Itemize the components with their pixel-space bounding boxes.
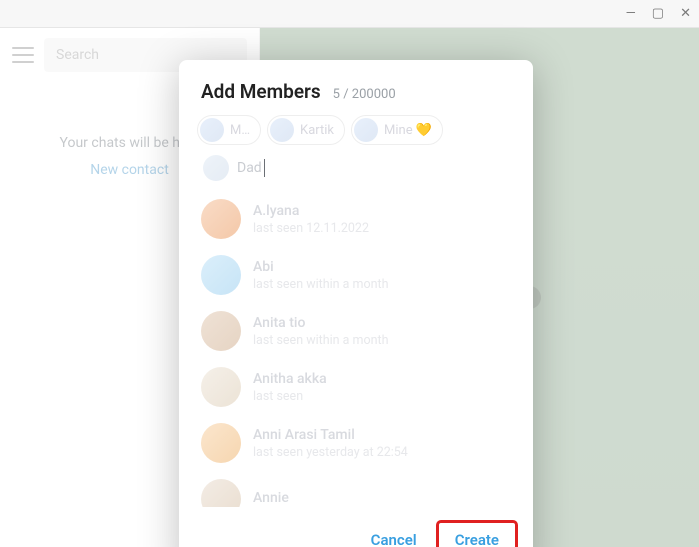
contact-status: last seen within a month	[253, 277, 389, 292]
contact-name: A.lyana	[253, 203, 369, 219]
create-button[interactable]: Create	[439, 523, 515, 547]
contact-name: Anitha akka	[253, 371, 327, 387]
contact-row[interactable]: Annie	[197, 471, 515, 507]
modal-title: Add Members	[201, 80, 321, 103]
contacts-list: A.lyana last seen 12.11.2022 Abi last se…	[179, 187, 525, 507]
contact-row[interactable]: A.lyana last seen 12.11.2022	[197, 191, 515, 247]
contact-row[interactable]: Anitha akka last seen	[197, 359, 515, 415]
contact-status: last seen	[253, 389, 327, 404]
window-minimize-icon[interactable]: —	[626, 7, 636, 20]
chip-label: Mine 💛	[384, 123, 432, 138]
contact-status: last seen within a month	[253, 333, 389, 348]
avatar	[354, 118, 378, 142]
contact-row[interactable]: Abi last seen within a month	[197, 247, 515, 303]
contact-status: last seen 12.11.2022	[253, 221, 369, 236]
member-chip[interactable]: M…	[197, 115, 261, 145]
member-chip[interactable]: Kartik	[267, 115, 345, 145]
member-search-input[interactable]: Dad	[197, 151, 271, 185]
avatar	[201, 367, 241, 407]
window-close-icon[interactable]: ✕	[680, 7, 691, 20]
avatar	[200, 118, 224, 142]
cancel-button[interactable]: Cancel	[355, 523, 433, 547]
chip-label: Kartik	[300, 123, 334, 138]
window-titlebar: — ▢ ✕	[0, 0, 699, 28]
contact-status: last seen yesterday at 22:54	[253, 445, 408, 460]
contact-name: Anni Arasi Tamil	[253, 427, 408, 443]
member-chip[interactable]: Mine 💛	[351, 115, 443, 145]
avatar	[203, 155, 229, 181]
text-caret	[264, 159, 265, 177]
add-members-modal: Add Members 5 / 200000 M… Kartik Mine 💛 …	[179, 60, 533, 547]
selected-members: M… Kartik Mine 💛 Dad	[179, 109, 533, 187]
window-maximize-icon[interactable]: ▢	[652, 7, 664, 20]
contact-name: Anita tio	[253, 315, 389, 331]
contact-name: Annie	[253, 490, 289, 506]
contacts-scroll[interactable]: A.lyana last seen 12.11.2022 Abi last se…	[197, 191, 525, 507]
avatar	[201, 199, 241, 239]
member-count: 5 / 200000	[333, 87, 396, 102]
avatar	[270, 118, 294, 142]
contact-name: Abi	[253, 259, 389, 275]
avatar	[201, 479, 241, 507]
contact-row[interactable]: Anni Arasi Tamil last seen yesterday at …	[197, 415, 515, 471]
contact-row[interactable]: Anita tio last seen within a month	[197, 303, 515, 359]
avatar	[201, 423, 241, 463]
avatar	[201, 311, 241, 351]
avatar	[201, 255, 241, 295]
chip-label: M…	[230, 123, 250, 138]
